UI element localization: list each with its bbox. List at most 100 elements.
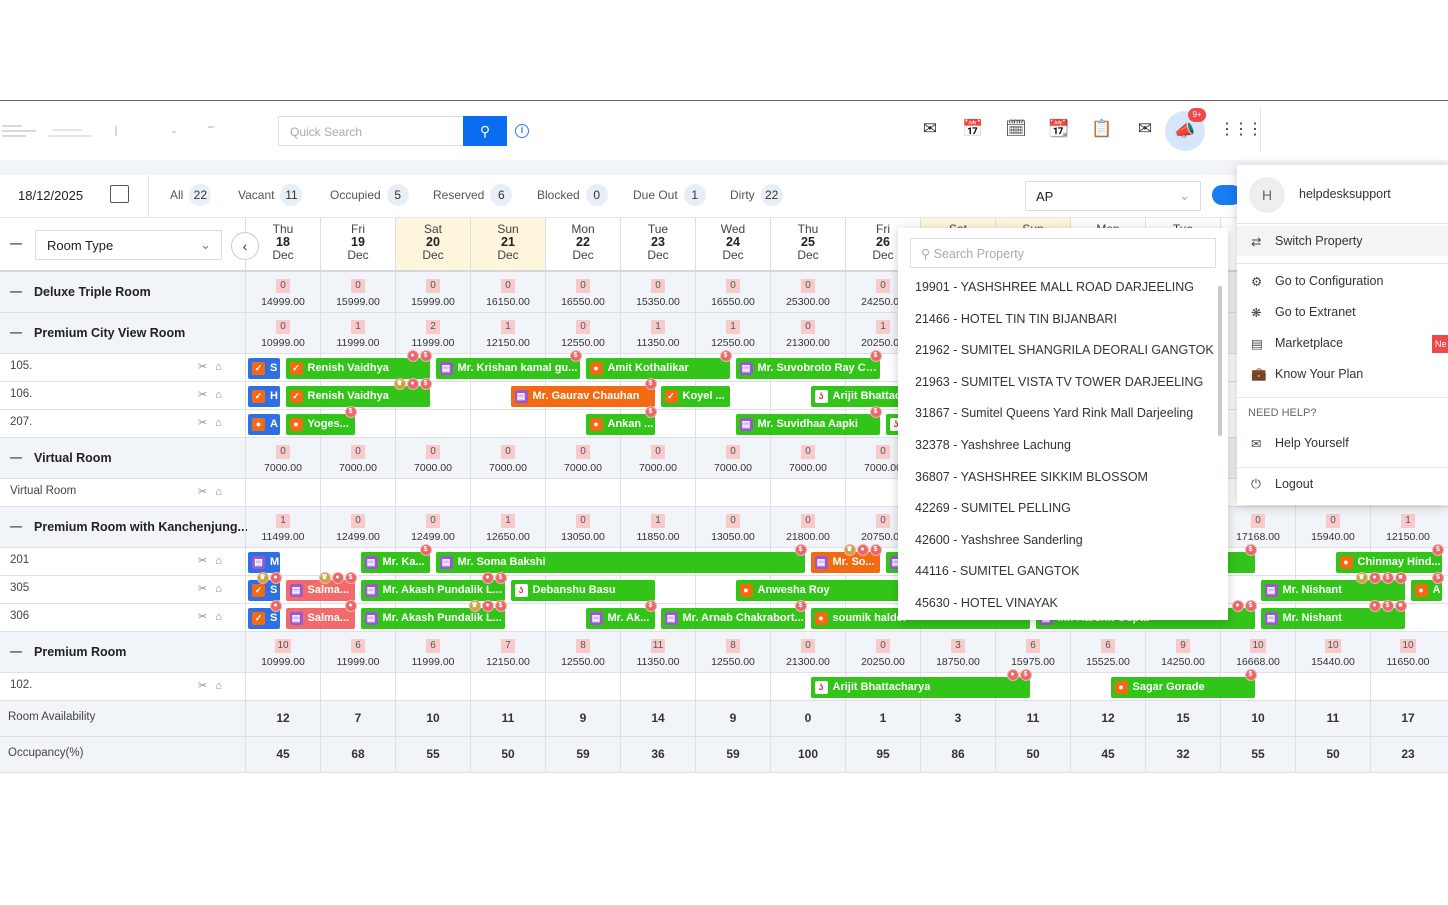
rate-cell[interactable]: 0 12550.00	[545, 313, 620, 353]
booking-bar[interactable]: ▤ Mr. Akash Pundalik L... ♛ ● $	[360, 600, 507, 629]
booking-bar[interactable]: ▤ Mr. Ak... $	[585, 600, 657, 629]
rate-cell[interactable]: 0 15350.00	[620, 272, 695, 312]
calendar-icon[interactable]	[110, 185, 129, 203]
housekeeping-icons[interactable]: ✂⌂	[198, 485, 230, 498]
rate-cell[interactable]: 10 10999.00	[245, 632, 320, 672]
booking-bar[interactable]: ● Amit Kothalikar $	[585, 350, 732, 379]
booking-bar[interactable]: ▤ Salma... ●	[285, 600, 357, 629]
booking-cell[interactable]	[245, 479, 320, 506]
booking-bar[interactable]: ▤ Mr. Arnab Chakrabort... $	[660, 600, 807, 629]
collapse-icon[interactable]: —	[10, 325, 22, 339]
property-option[interactable]: 42600 - Yashshree Sanderling	[915, 533, 1083, 547]
booking-cell[interactable]	[545, 479, 620, 506]
property-option[interactable]: 31867 - Sumitel Queens Yard Rink Mall Da…	[915, 406, 1193, 420]
switch-property-item[interactable]: ⇄ Switch Property	[1237, 226, 1448, 256]
property-search-input[interactable]: ⚲ Search Property	[910, 238, 1216, 268]
rate-cell[interactable]: 1 12550.00	[695, 313, 770, 353]
rate-cell[interactable]: 0 17168.00	[1220, 507, 1295, 547]
housekeeping-icons[interactable]: ✂⌂	[198, 416, 230, 429]
booking-bar[interactable]: ● A $	[1410, 572, 1444, 601]
calendar-icon[interactable]: 📆	[1047, 119, 1071, 141]
rate-cell[interactable]: 7 12150.00	[470, 632, 545, 672]
booking-bar[interactable]: ▤ Mr. Nishant ♛ ● $ ■	[1260, 572, 1407, 601]
booking-bar[interactable]: ● Sagar Gorade $	[1110, 669, 1257, 698]
rate-cell[interactable]: 11 11350.00	[620, 632, 695, 672]
rate-cell[interactable]: 10 16668.00	[1220, 632, 1295, 672]
booking-bar[interactable]: ▤ M	[248, 552, 280, 573]
property-option[interactable]: 21962 - SUMITEL SHANGRILA DEORALI GANGTO…	[915, 343, 1214, 357]
booking-cell[interactable]	[395, 410, 470, 437]
calendar-check-icon[interactable]: 🗓	[1004, 119, 1028, 141]
collapse-all-icon[interactable]: —	[10, 236, 22, 250]
help-yourself-item[interactable]: ✉ Help Yourself	[1237, 428, 1448, 458]
date-column-header[interactable]: Sun 21 Dec	[470, 218, 545, 270]
booking-bar[interactable]: ▤ Mr. Suvidhaa Aapki $	[735, 406, 882, 435]
property-option[interactable]: 32378 - Yashshree Lachung	[915, 438, 1071, 452]
booking-bar[interactable]: ▤ Mr. Akash Pundalik L... ● $	[360, 572, 507, 601]
rate-cell[interactable]: 6 11999.00	[320, 632, 395, 672]
booking-bar[interactable]: ʖ Debanshu Basu	[510, 580, 655, 601]
calendar-add-icon[interactable]: 📅	[961, 119, 985, 141]
booking-bar[interactable]: ▤ Mr. Nishant ● $ ■	[1260, 600, 1407, 629]
rate-cell[interactable]: 0 7000.00	[695, 438, 770, 478]
rate-cell[interactable]: 0 7000.00	[395, 438, 470, 478]
rate-cell[interactable]: 0 25300.00	[770, 272, 845, 312]
billing-icon[interactable]: 📋	[1090, 119, 1114, 141]
rate-cell[interactable]: 1 12150.00	[470, 313, 545, 353]
booking-bar[interactable]: ● Yoges... $	[285, 406, 357, 435]
quick-search-input[interactable]: Quick Search	[278, 116, 464, 146]
collapse-icon[interactable]: —	[10, 284, 22, 298]
booking-cell[interactable]	[320, 673, 395, 700]
rate-cell[interactable]: 6 15525.00	[1070, 632, 1145, 672]
booking-cell[interactable]	[695, 479, 770, 506]
rate-cell[interactable]: 0 21300.00	[770, 632, 845, 672]
booking-cell[interactable]	[320, 479, 395, 506]
collapse-icon[interactable]: —	[10, 519, 22, 533]
collapse-icon[interactable]: —	[10, 450, 22, 464]
housekeeping-icons[interactable]: ✂⌂	[198, 388, 230, 401]
booking-cell[interactable]	[395, 673, 470, 700]
booking-bar[interactable]: ✓ Koyel ...	[660, 386, 730, 407]
filter-blocked[interactable]: Blocked 0	[537, 184, 608, 206]
booking-bar[interactable]: ✓ S	[248, 358, 280, 379]
booking-bar[interactable]: ● Chinmay Hind... $	[1335, 544, 1444, 573]
property-option[interactable]: 21963 - SUMITEL VISTA TV TOWER DARJEELIN…	[915, 375, 1203, 389]
extranet-item[interactable]: ❋ Go to Extranet	[1237, 297, 1448, 327]
rate-cell[interactable]: 0 21800.00	[770, 507, 845, 547]
rate-cell[interactable]: 1 12650.00	[470, 507, 545, 547]
property-select[interactable]: AP ⌄	[1025, 181, 1201, 211]
booking-bar[interactable]: ✓ S ●	[248, 600, 282, 629]
booking-bar[interactable]: ▤ Mr. Krishan kamal gu... $	[435, 350, 582, 379]
filter-vacant[interactable]: Vacant 11	[238, 184, 303, 206]
rate-cell[interactable]: 0 15999.00	[395, 272, 470, 312]
booking-bar[interactable]: ▤ Mr. Ka... $	[360, 544, 432, 573]
previous-dates-button[interactable]: ‹	[231, 232, 259, 260]
rate-cell[interactable]: 3 18750.00	[920, 632, 995, 672]
booking-bar[interactable]: ʖ Arijit Bhattacharya ● $	[810, 669, 1032, 698]
rate-cell[interactable]: 0 7000.00	[470, 438, 545, 478]
booking-bar[interactable]: ▤ Mr. So... ♛ ● $	[810, 544, 882, 573]
housekeeping-icons[interactable]: ✂⌂	[198, 554, 230, 567]
rate-cell[interactable]: 10 11650.00	[1370, 632, 1445, 672]
rate-cell[interactable]: 0 21300.00	[770, 313, 845, 353]
filter-occupied[interactable]: Occupied 5	[330, 184, 409, 206]
rate-cell[interactable]: 0 16150.00	[470, 272, 545, 312]
know-your-plan-item[interactable]: 💼 Know Your Plan	[1237, 359, 1448, 389]
date-column-header[interactable]: Wed 24 Dec	[695, 218, 770, 270]
booking-bar[interactable]: ▤ Salma... ♛ ● $	[285, 572, 357, 601]
booking-cell[interactable]	[770, 479, 845, 506]
property-option[interactable]: 42269 - SUMITEL PELLING	[915, 501, 1071, 515]
logout-item[interactable]: ⏻ Logout	[1237, 469, 1448, 499]
housekeeping-icons[interactable]: ✂⌂	[198, 679, 230, 692]
booking-bar[interactable]: ● Ankan ... $	[585, 406, 657, 435]
date-column-header[interactable]: Fri 19 Dec	[320, 218, 395, 270]
mail-icon[interactable]: ✉	[1133, 119, 1157, 141]
booking-cell[interactable]	[695, 673, 770, 700]
rate-cell[interactable]: 0 14999.00	[245, 272, 320, 312]
ai-mail-icon[interactable]: ✉	[918, 119, 942, 141]
booking-cell[interactable]	[470, 479, 545, 506]
housekeeping-icons[interactable]: ✂⌂	[198, 582, 230, 595]
rate-cell[interactable]: 0 16550.00	[545, 272, 620, 312]
booking-cell[interactable]	[470, 410, 545, 437]
rate-cell[interactable]: 0 7000.00	[320, 438, 395, 478]
